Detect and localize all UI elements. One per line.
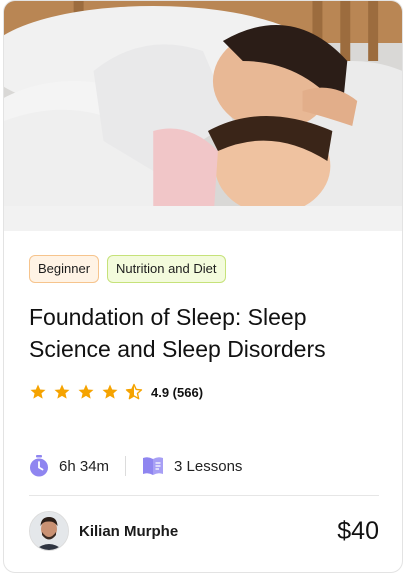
star-icon <box>30 384 46 399</box>
course-price: $40 <box>337 516 379 545</box>
star-half-icon <box>125 383 143 400</box>
rating-stars <box>29 383 143 401</box>
tag-list: Beginner Nutrition and Diet <box>29 255 379 283</box>
course-hero-image <box>4 1 402 231</box>
instructor-name[interactable]: Kilian Murphe <box>79 523 178 540</box>
course-details: Beginner Nutrition and Diet Foundation o… <box>29 255 379 551</box>
course-meta: 6h 34m 3 Lessons <box>29 455 379 477</box>
category-tag[interactable]: Nutrition and Diet <box>107 255 226 283</box>
course-lessons: 3 Lessons <box>174 457 243 475</box>
star-icon <box>102 384 118 399</box>
rating-text: 4.9 (566) <box>151 384 204 400</box>
course-duration: 6h 34m <box>59 457 110 475</box>
level-tag[interactable]: Beginner <box>29 255 100 283</box>
stopwatch-icon <box>30 455 48 477</box>
course-rating: 4.9 (566) <box>29 381 379 403</box>
card-footer: Kilian Murphe $40 <box>29 511 379 551</box>
course-title[interactable]: Foundation of Sleep: Sleep Science and S… <box>29 301 379 365</box>
footer-divider <box>29 495 379 496</box>
meta-divider <box>125 456 127 476</box>
instructor-avatar[interactable] <box>29 511 69 551</box>
star-icon <box>54 384 70 399</box>
course-card[interactable]: Beginner Nutrition and Diet Foundation o… <box>3 0 403 573</box>
book-icon <box>143 457 164 475</box>
star-icon <box>78 384 94 399</box>
